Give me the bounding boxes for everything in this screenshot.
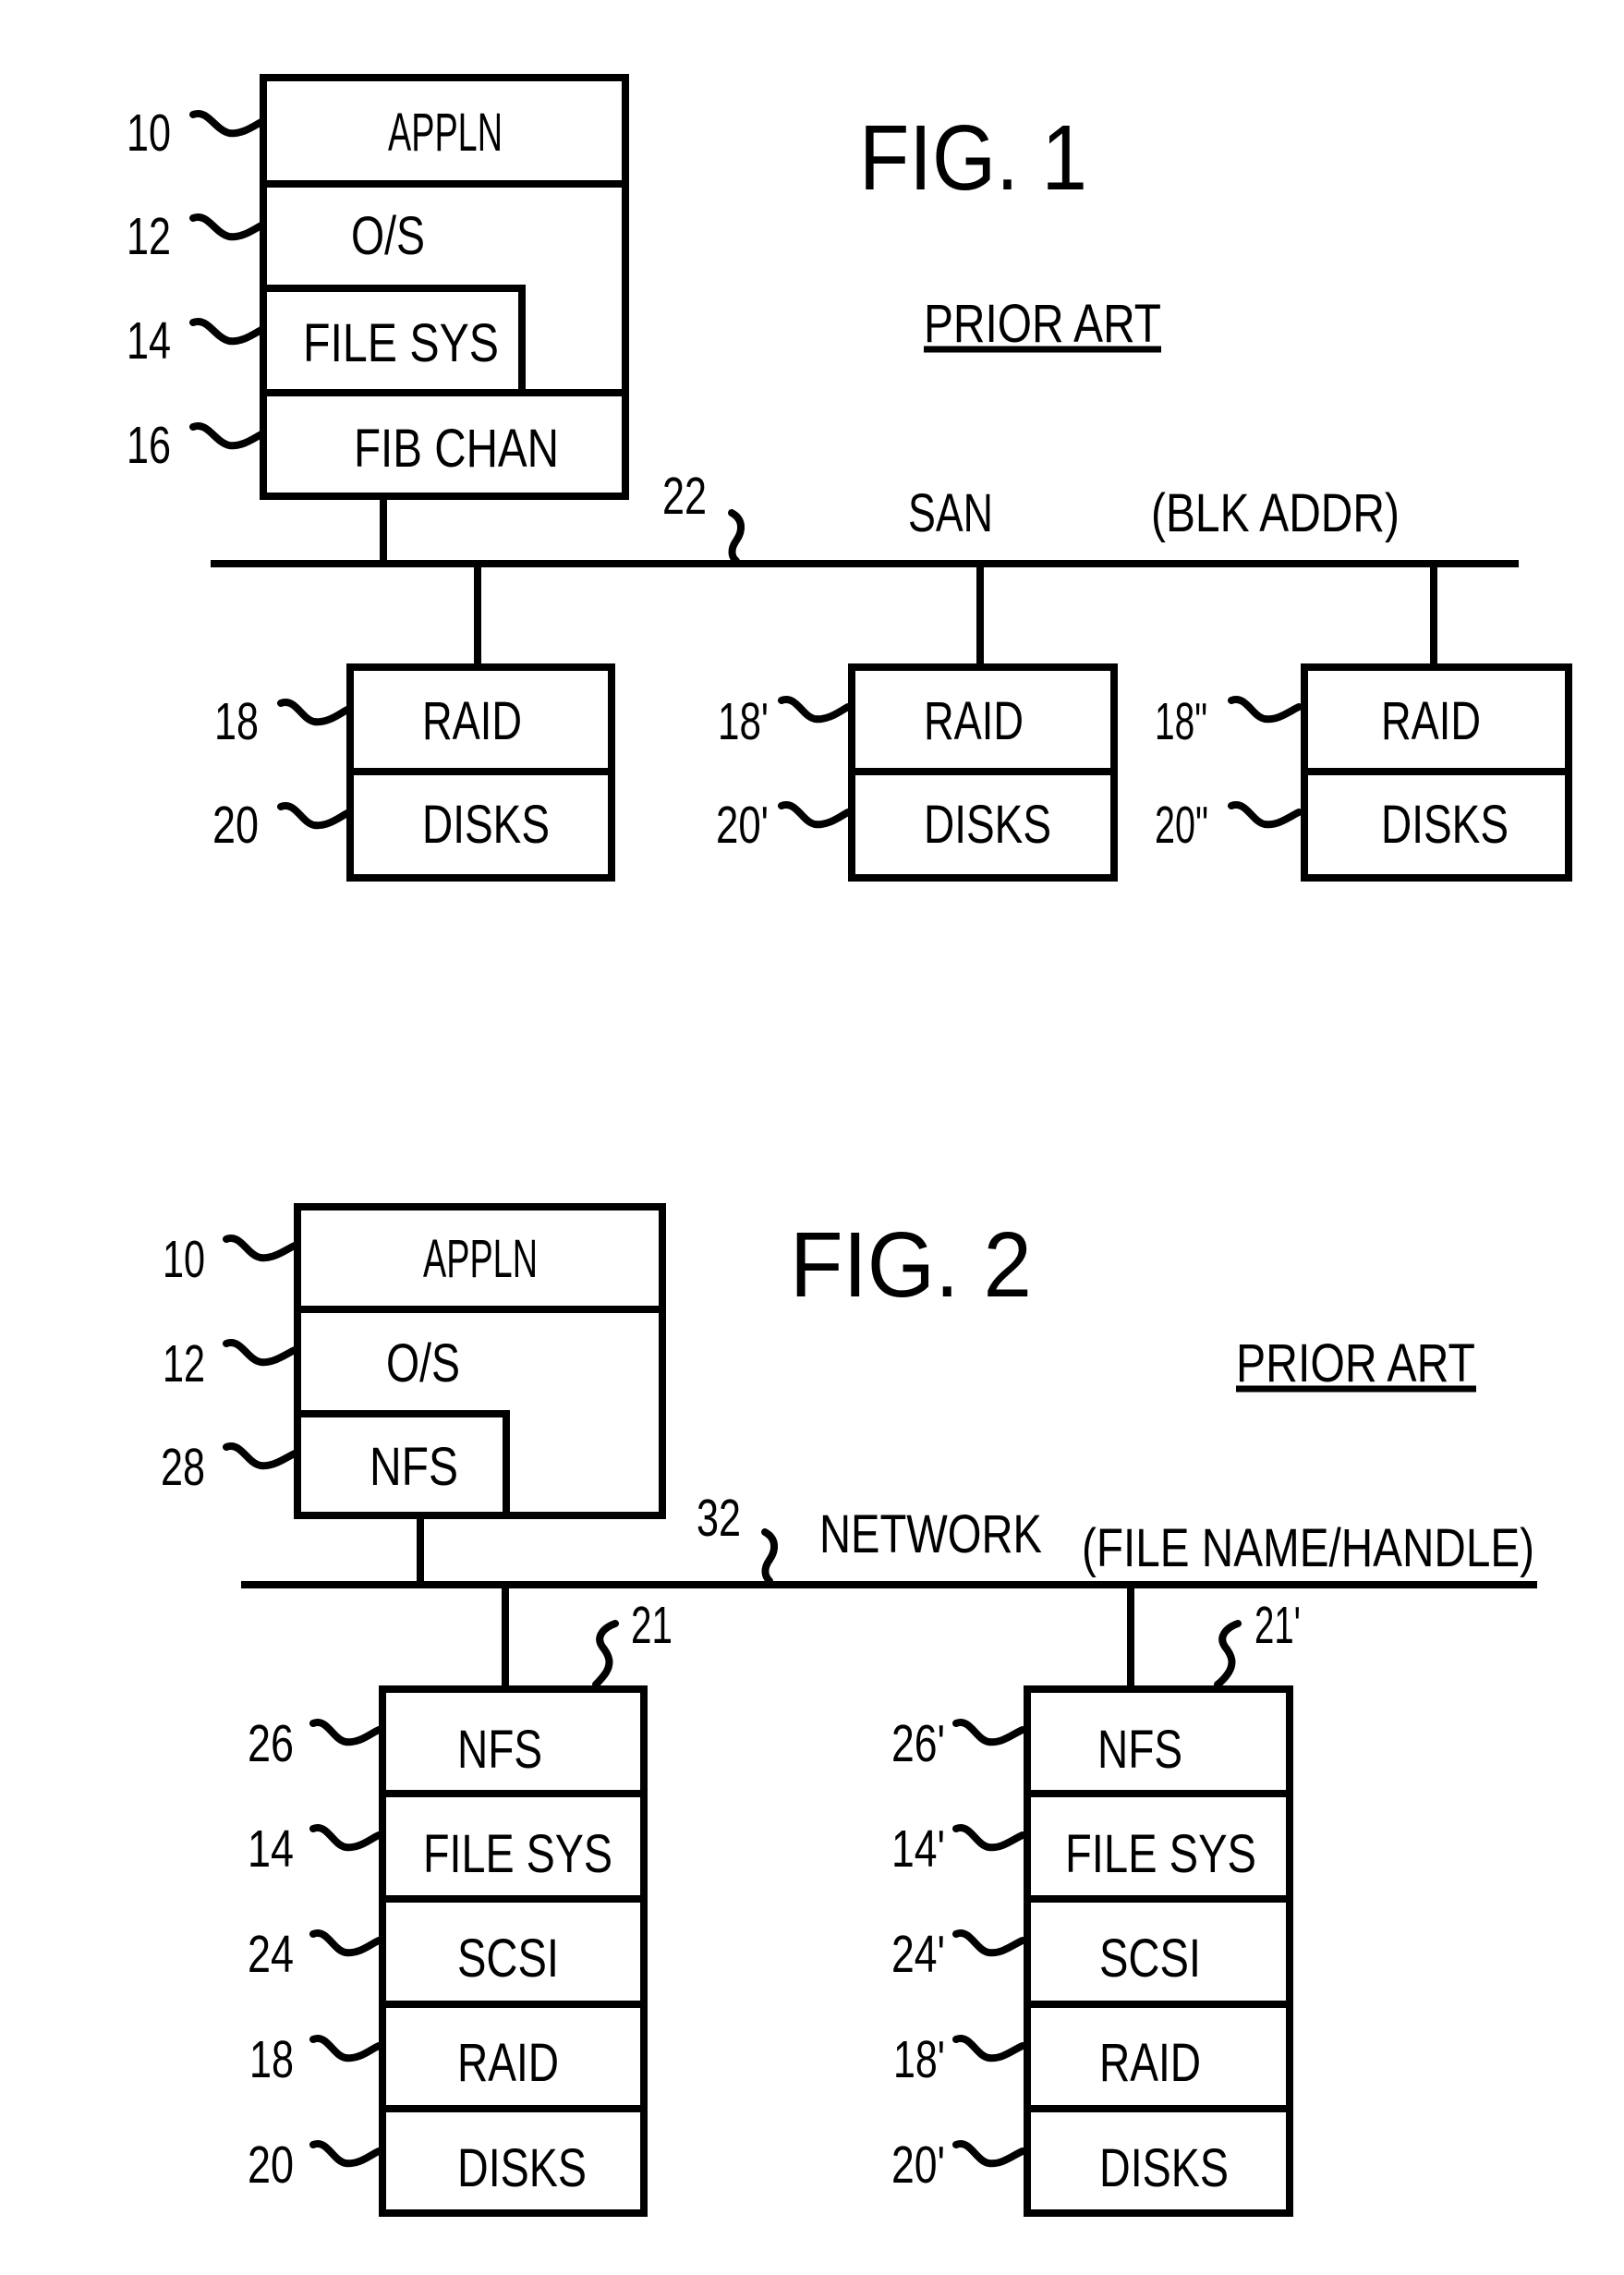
ref-numeral: 18"	[1155, 692, 1207, 751]
layer-label-raid: RAID	[457, 2033, 559, 2093]
raid-label: RAID	[1381, 691, 1481, 751]
raid-label: RAID	[422, 691, 522, 751]
ref-numeral: 18	[249, 2030, 294, 2089]
layer-label-appln: APPLN	[388, 103, 503, 163]
ref-numeral: 12	[127, 207, 171, 266]
leader-squiggle-icon	[952, 2035, 1026, 2062]
ref-numeral: 20'	[891, 2135, 945, 2195]
leader-squiggle-icon	[778, 696, 852, 724]
figure-2: FIG. 2 PRIOR ART APPLN O/S NFS 10 12 28 …	[161, 1203, 1537, 2217]
leader-squiggle-icon	[1228, 696, 1303, 724]
leader-squiggle-icon	[728, 509, 745, 565]
layer-label-file-sys: FILE SYS	[1065, 1824, 1256, 1884]
layer-label-appln: APPLN	[423, 1229, 538, 1289]
leader-squiggle-icon	[309, 1719, 382, 1746]
blk-addr-label: (BLK ADDR)	[1151, 483, 1400, 543]
ref-numeral: 20"	[1155, 796, 1208, 855]
ref-numeral: 20	[212, 796, 259, 855]
leader-squiggle-icon	[952, 2140, 1026, 2168]
disks-label: DISKS	[1381, 795, 1509, 855]
fig2-server-stack: 21' NFS FILE SYS SCSI RAID DISKS 26' 14'…	[891, 1596, 1301, 2217]
fig1-storage-unit: RAID DISKS 18 20	[212, 663, 615, 882]
leader-squiggle-icon	[189, 110, 265, 138]
layer-label-file-sys: FILE SYS	[303, 313, 499, 373]
ref-numeral: 18'	[893, 2030, 945, 2089]
leader-squiggle-icon	[309, 2035, 382, 2062]
leader-squiggle-icon	[952, 1824, 1026, 1852]
leader-squiggle-icon	[223, 1235, 298, 1262]
layer-label-disks: DISKS	[457, 2138, 587, 2198]
fig2-host-stack: APPLN O/S NFS 10 12 28	[161, 1203, 666, 1519]
leader-squiggle-icon	[223, 1339, 298, 1367]
ref-numeral: 32	[697, 1489, 741, 1548]
leader-squiggle-icon	[1228, 801, 1303, 829]
leader-squiggle-icon	[223, 1442, 298, 1470]
layer-label-raid: RAID	[1099, 2033, 1201, 2093]
ref-numeral: 24'	[891, 1925, 945, 1984]
layer-label-nfs: NFS	[1097, 1720, 1182, 1780]
ref-numeral: 16	[127, 416, 171, 475]
layer-label-os: O/S	[351, 206, 425, 266]
leader-squiggle-icon	[309, 1929, 382, 1957]
leader-squiggle-icon	[309, 1824, 382, 1852]
layer-label-nfs: NFS	[457, 1720, 542, 1780]
layer-label-scsi: SCSI	[1099, 1928, 1201, 1989]
ref-numeral: 14	[248, 1819, 294, 1879]
fig1-prior-art: PRIOR ART	[924, 294, 1161, 354]
ref-numeral: 18'	[718, 692, 769, 751]
file-name-handle-label: (FILE NAME/HANDLE)	[1082, 1518, 1534, 1578]
fig1-host-stack: APPLN O/S FILE SYS FIB CHAN 10 12 14 16	[127, 74, 629, 500]
layer-label-scsi: SCSI	[457, 1928, 559, 1989]
fig1-storage-unit: RAID DISKS 18" 20"	[1155, 663, 1572, 882]
layer-label-nfs: NFS	[370, 1437, 458, 1497]
leader-squiggle-icon	[952, 1929, 1026, 1957]
leader-squiggle-icon	[277, 699, 351, 726]
leader-squiggle-icon	[189, 318, 265, 346]
fig2-title: FIG. 2	[790, 1213, 1032, 1317]
ref-numeral: 22	[662, 467, 707, 526]
network-label: NETWORK	[819, 1504, 1042, 1564]
raid-label: RAID	[924, 691, 1024, 751]
ref-numeral: 14	[127, 311, 171, 371]
leader-squiggle-icon	[277, 802, 351, 830]
leader-squiggle-icon	[592, 1620, 619, 1688]
leader-squiggle-icon	[189, 422, 265, 450]
leader-squiggle-icon	[1214, 1620, 1242, 1688]
ref-numeral: 24	[248, 1925, 294, 1984]
disks-label: DISKS	[924, 795, 1051, 855]
ref-numeral: 12	[163, 1334, 205, 1393]
ref-numeral: 10	[163, 1230, 205, 1289]
ref-numeral: 21	[631, 1596, 673, 1655]
san-label: SAN	[908, 483, 993, 543]
leader-squiggle-icon	[778, 801, 852, 829]
ref-numeral: 20'	[716, 796, 769, 855]
leader-squiggle-icon	[952, 1719, 1026, 1746]
ref-numeral: 20	[248, 2135, 294, 2195]
fig1-storage-unit: RAID DISKS 18' 20'	[716, 663, 1118, 882]
ref-numeral: 14'	[891, 1819, 945, 1879]
ref-numeral: 26'	[891, 1714, 945, 1773]
ref-numeral: 21'	[1254, 1596, 1301, 1655]
figure-1: FIG. 1 PRIOR ART APPLN O/S FILE SYS FIB …	[127, 74, 1572, 882]
fig2-prior-art: PRIOR ART	[1236, 1333, 1475, 1393]
ref-numeral: 10	[127, 103, 171, 163]
layer-label-fib-chan: FIB CHAN	[354, 419, 559, 479]
fig2-server-stack: 21 NFS FILE SYS SCSI RAID DISKS 26 14 24…	[248, 1596, 673, 2217]
leader-squiggle-icon	[189, 213, 265, 241]
fig1-title: FIG. 1	[859, 106, 1087, 210]
ref-numeral: 28	[161, 1438, 205, 1497]
layer-label-file-sys: FILE SYS	[423, 1824, 612, 1884]
leader-squiggle-icon	[761, 1528, 778, 1585]
ref-numeral: 26	[248, 1714, 294, 1773]
layer-label-disks: DISKS	[1099, 2138, 1229, 2198]
layer-label-os: O/S	[386, 1333, 460, 1393]
disks-label: DISKS	[422, 795, 550, 855]
leader-squiggle-icon	[309, 2140, 382, 2168]
ref-numeral: 18	[214, 692, 259, 751]
patent-drawing-sheet: FIG. 1 PRIOR ART APPLN O/S FILE SYS FIB …	[127, 74, 1572, 2217]
